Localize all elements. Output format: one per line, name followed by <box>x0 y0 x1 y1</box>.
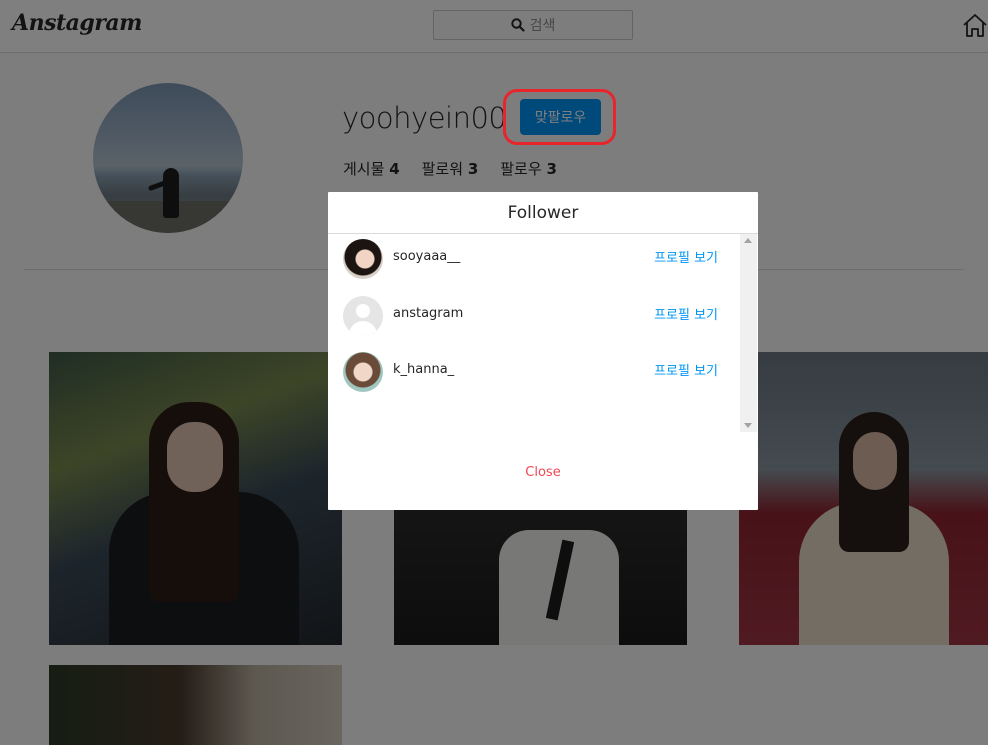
avatar[interactable] <box>343 239 383 279</box>
list-item: k_hanna_ 프로필 보기 <box>328 347 740 403</box>
follower-username[interactable]: sooyaaa__ <box>393 249 460 264</box>
list-scrollbar[interactable] <box>740 234 757 432</box>
follower-list: sooyaaa__ 프로필 보기 anstagram 프로필 보기 k_hann… <box>328 234 758 432</box>
view-profile-button[interactable]: 프로필 보기 <box>654 304 718 323</box>
highlight-annotation <box>503 89 616 145</box>
scroll-down-arrow-icon[interactable] <box>744 423 752 428</box>
list-item: anstagram 프로필 보기 <box>328 291 740 347</box>
scroll-up-arrow-icon[interactable] <box>744 238 752 243</box>
list-item: sooyaaa__ 프로필 보기 <box>328 234 740 290</box>
avatar[interactable] <box>343 352 383 392</box>
modal-title: Follower <box>328 192 758 234</box>
default-avatar-head <box>356 304 370 318</box>
view-profile-button[interactable]: 프로필 보기 <box>654 247 718 266</box>
view-profile-button[interactable]: 프로필 보기 <box>654 360 718 379</box>
avatar[interactable] <box>343 296 383 336</box>
follower-username[interactable]: anstagram <box>393 306 463 321</box>
default-avatar-shoulders <box>349 321 377 336</box>
follower-username[interactable]: k_hanna_ <box>393 362 454 377</box>
follower-modal: Follower sooyaaa__ 프로필 보기 anstagram 프로필 … <box>328 192 758 510</box>
close-button[interactable]: Close <box>493 462 593 482</box>
